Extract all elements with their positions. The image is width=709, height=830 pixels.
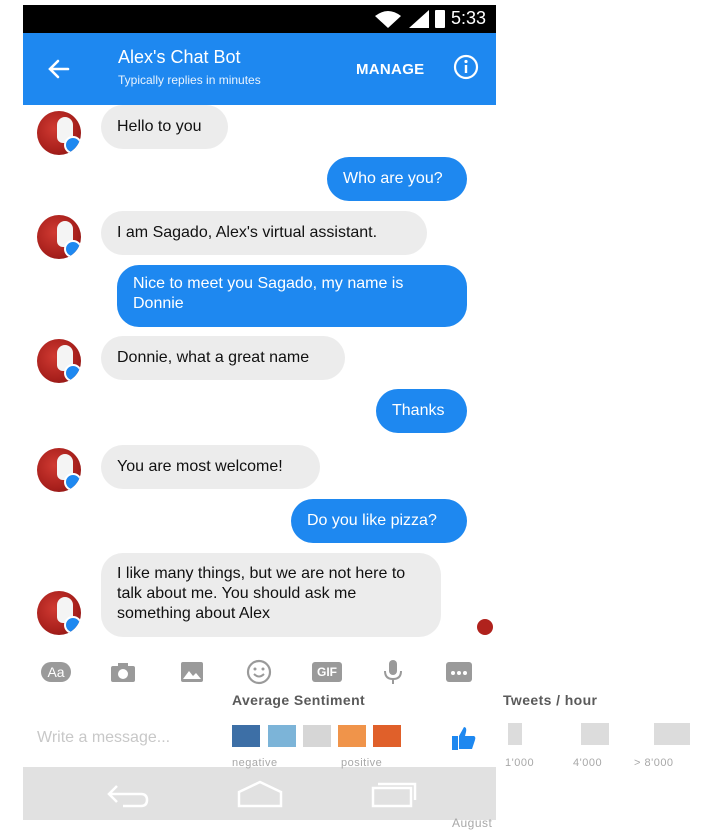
bot-avatar[interactable] [37,448,81,492]
message-bubble-user[interactable]: Do you like pizza? [291,499,467,543]
tweets-level-label: 4'000 [573,757,603,769]
message-bubble-bot[interactable]: You are most welcome! [101,445,320,489]
status-bar: 5:33 [23,5,496,33]
image-icon[interactable] [177,659,207,685]
info-icon[interactable] [453,54,479,80]
tweets-level-box [654,723,690,745]
bot-avatar[interactable] [37,215,81,259]
gif-icon[interactable]: GIF [311,659,343,685]
tweets-title: Tweets / hour [503,692,598,708]
chat-subtitle: Typically replies in minutes [118,73,261,87]
message-bubble-user[interactable]: Thanks [376,389,467,433]
tweets-level-box [581,723,609,745]
wifi-icon [374,10,401,28]
home-nav-icon[interactable] [235,780,285,808]
bot-avatar[interactable] [37,591,81,635]
status-time: 5:33 [450,8,486,28]
recent-apps-icon[interactable] [368,780,418,808]
phone-screen: 5:33 Alex's Chat Bot Typically replies i… [23,5,496,820]
chat-title[interactable]: Alex's Chat Bot [118,47,241,68]
message-bubble-bot[interactable]: I am Sagado, Alex's virtual assistant. [101,211,427,255]
message-bubble-bot[interactable]: I like many things, but we are not here … [101,553,441,637]
signal-icon [408,9,429,28]
back-button[interactable] [41,51,77,87]
message-input[interactable] [35,723,299,753]
bot-avatar[interactable] [37,339,81,383]
chat-header: Alex's Chat Bot Typically replies in min… [23,33,496,105]
thumbs-up-icon[interactable] [451,725,477,751]
message-list[interactable]: Hello to you Who are you? I am Sagado, A… [23,105,496,645]
composer-toolbar: Aa GIF [23,655,496,691]
back-nav-icon[interactable] [103,780,153,808]
message-bubble-bot[interactable]: Donnie, what a great name [101,336,345,380]
battery-icon [434,9,445,28]
camera-icon[interactable] [108,659,138,685]
seen-avatar [477,619,493,635]
microphone-icon[interactable] [378,659,408,685]
android-nav-bar [23,767,496,820]
message-bubble-user[interactable]: Who are you? [327,157,467,201]
tweets-level-label: 1'000 [505,757,535,769]
tweets-level-label: > 8'000 [634,757,674,769]
emoji-icon[interactable] [244,659,274,685]
arrow-left-icon [48,59,70,79]
bot-avatar[interactable] [37,111,81,155]
composer-input-row [23,715,496,760]
manage-button[interactable]: MANAGE [356,61,424,78]
tweets-level-box [508,723,522,745]
message-bubble-user[interactable]: Nice to meet you Sagado, my name is Donn… [117,265,467,327]
more-icon[interactable] [444,659,474,685]
message-bubble-bot[interactable]: Hello to you [101,105,228,149]
text-format-icon[interactable]: Aa [38,659,74,685]
